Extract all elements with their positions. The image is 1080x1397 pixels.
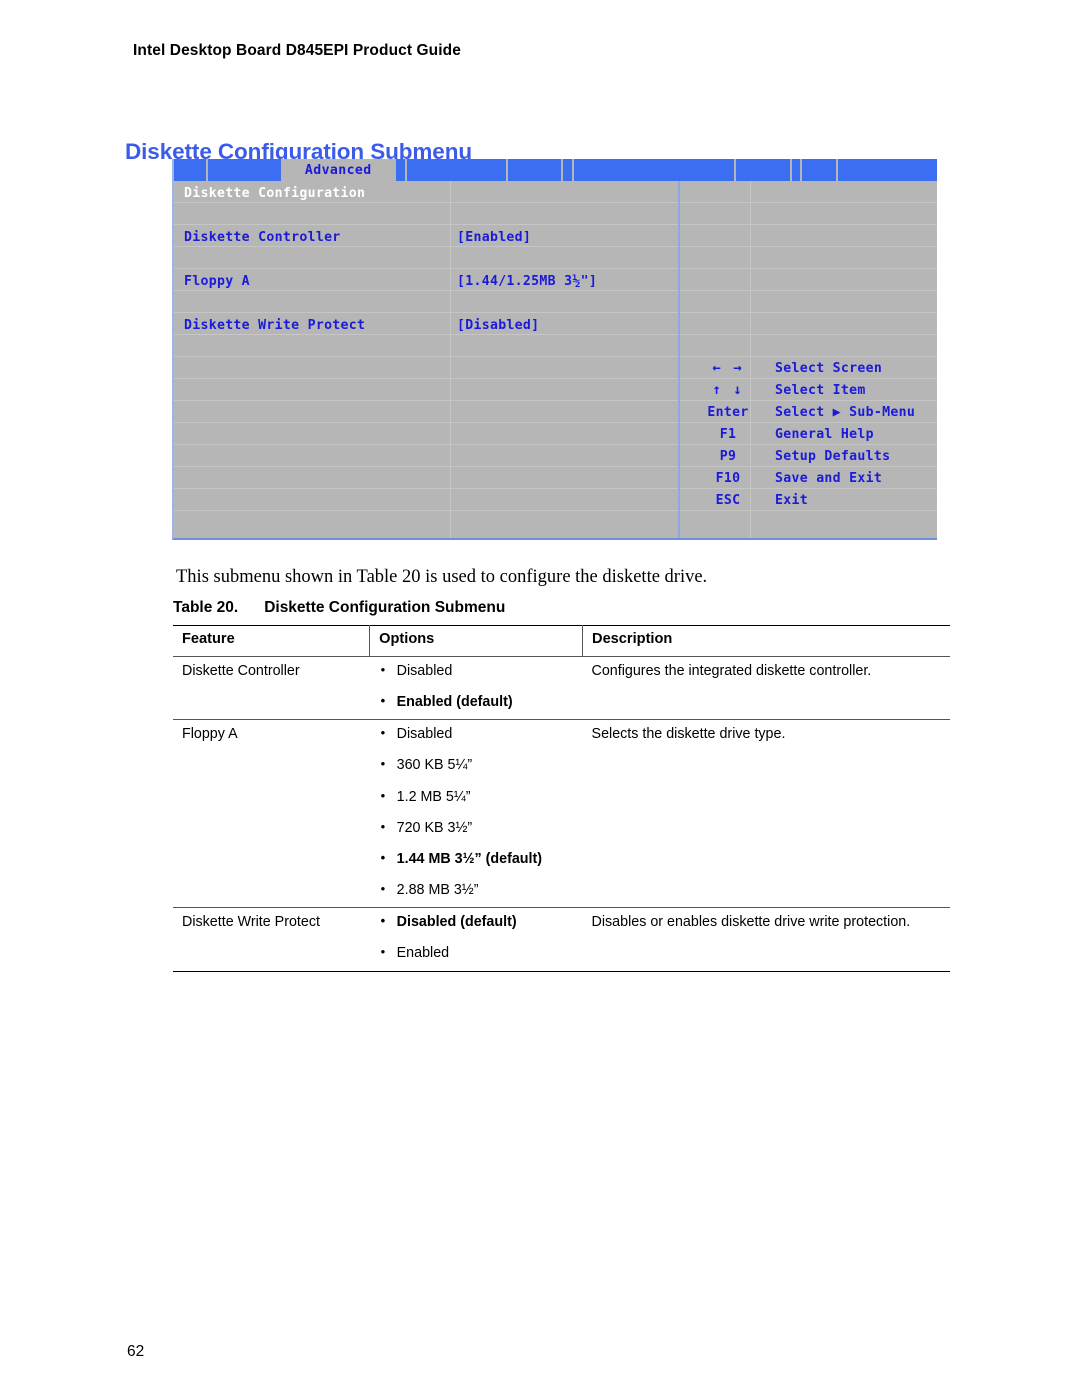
legend-row: Enter Select ▶ Sub-Menu: [690, 401, 937, 423]
column-header-options: Options: [369, 625, 584, 657]
legend-description: Select Screen: [775, 360, 883, 376]
feature-name: Floppy A: [182, 726, 238, 743]
column-header-description: Description: [592, 631, 673, 647]
option-item: 1.2 MB 5¼”: [379, 788, 575, 806]
table-caption-title: Diskette Configuration Submenu: [264, 599, 506, 616]
option-item: Disabled: [379, 725, 575, 743]
options-list: Disabled (default) Enabled: [379, 913, 575, 962]
arrow-up-down-icon: ↑ ↓: [712, 382, 744, 398]
menu-tab-segment[interactable]: [207, 159, 281, 181]
bios-menu-bar: Advanced: [174, 159, 937, 181]
menu-tab-segment[interactable]: [507, 159, 561, 181]
option-item-default: Enabled (default): [379, 693, 575, 711]
page-number: 62: [127, 1343, 145, 1360]
menu-tab-segment[interactable]: [395, 159, 405, 181]
menu-tab-segment[interactable]: [736, 159, 790, 181]
menu-tab-segment[interactable]: [174, 159, 206, 181]
option-item: 720 KB 3½”: [379, 819, 575, 837]
legend-row: ← → Select Screen: [690, 357, 937, 379]
legend-key-f10: F10: [715, 470, 741, 486]
option-item-default: 1.44 MB 3½” (default): [379, 850, 575, 868]
bios-panel-title: Diskette Configuration: [184, 186, 366, 201]
menu-tab-segment[interactable]: [802, 159, 837, 181]
option-item: 360 KB 5¼”: [379, 756, 575, 774]
legend-key-f1: F1: [719, 426, 737, 442]
table-row: Diskette Controller Disabled Enabled (de…: [173, 657, 950, 720]
legend-description: Select Item: [775, 382, 866, 398]
bios-item-diskette-controller-label[interactable]: Diskette Controller: [184, 230, 341, 245]
table-caption: Table 20. Diskette Configuration Submenu: [173, 599, 505, 617]
legend-row: P9 Setup Defaults: [690, 445, 937, 467]
options-list: Disabled 360 KB 5¼” 1.2 MB 5¼” 720 KB 3½…: [379, 725, 575, 899]
bios-setup-screenshot: Advanced Diskette Configuration Diskette…: [172, 159, 937, 540]
bios-help-legend: ← → Select Screen ↑ ↓ Select Item Enter …: [690, 357, 937, 511]
table-row: Floppy A Disabled 360 KB 5¼” 1.2 MB 5¼” …: [173, 720, 950, 908]
table-caption-number: Table 20.: [173, 599, 239, 616]
menu-tab-segment[interactable]: [573, 159, 735, 181]
menu-tab-segment[interactable]: [791, 159, 801, 181]
feature-description: Disables or enables diskette drive write…: [591, 914, 911, 931]
legend-key-esc: ESC: [715, 492, 741, 508]
document-page: Intel Desktop Board D845EPI Product Guid…: [0, 0, 1080, 1397]
legend-row: ESC Exit: [690, 489, 937, 511]
running-header: Intel Desktop Board D845EPI Product Guid…: [133, 42, 461, 59]
bios-item-floppy-a-value[interactable]: [1.44/1.25MB 3½"]: [457, 274, 597, 289]
menu-tab-segment[interactable]: [406, 159, 506, 181]
legend-key-enter: Enter: [707, 404, 749, 420]
diskette-configuration-table: Feature Options Description Diskette Con…: [173, 625, 950, 972]
menu-tab-segment[interactable]: [838, 159, 937, 181]
option-item-default: Disabled (default): [379, 913, 575, 931]
arrow-left-right-icon: ← →: [712, 360, 744, 376]
bios-item-diskette-controller-value[interactable]: [Enabled]: [457, 230, 531, 245]
bios-item-write-protect-value[interactable]: [Disabled]: [457, 318, 539, 333]
legend-description: Exit: [775, 492, 808, 508]
legend-row: F1 General Help: [690, 423, 937, 445]
feature-name: Diskette Controller: [182, 663, 300, 679]
legend-key-p9: P9: [719, 448, 737, 464]
legend-description: Save and Exit: [775, 470, 883, 486]
legend-description: General Help: [775, 426, 874, 442]
legend-description: Setup Defaults: [775, 448, 891, 464]
option-item: 2.88 MB 3½”: [379, 881, 575, 899]
bios-item-floppy-a-label[interactable]: Floppy A: [184, 274, 250, 289]
feature-description: Configures the integrated diskette contr…: [591, 663, 872, 679]
legend-row: ↑ ↓ Select Item: [690, 379, 937, 401]
feature-name: Diskette Write Protect: [182, 914, 320, 931]
table-header-row: Feature Options Description: [173, 625, 950, 657]
menu-tab-advanced[interactable]: Advanced: [282, 159, 394, 181]
column-header-feature: Feature: [173, 625, 371, 657]
bios-item-write-protect-label[interactable]: Diskette Write Protect: [184, 318, 365, 333]
options-list: Disabled Enabled (default): [379, 662, 575, 711]
feature-description: Selects the diskette drive type.: [591, 726, 786, 743]
option-item: Enabled: [379, 944, 575, 962]
body-paragraph: This submenu shown in Table 20 is used t…: [176, 566, 708, 587]
table-row: Diskette Write Protect Disabled (default…: [173, 908, 950, 972]
menu-tab-segment[interactable]: [562, 159, 572, 181]
legend-description: Select ▶ Sub-Menu: [775, 404, 916, 420]
option-item: Disabled: [379, 662, 575, 680]
legend-row: F10 Save and Exit: [690, 467, 937, 489]
